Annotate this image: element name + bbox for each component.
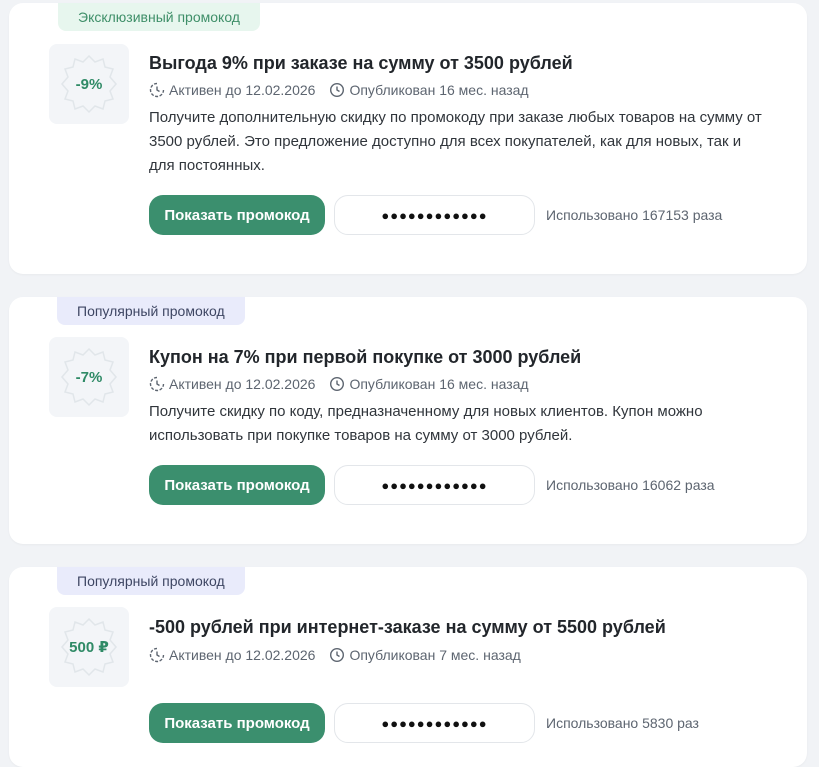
promo-title: -500 рублей при интернет-заказе на сумму… bbox=[149, 617, 666, 637]
discount-value: -9% bbox=[75, 75, 103, 93]
usage-count: Использовано 16062 раза bbox=[546, 477, 715, 493]
promo-card: Популярный промокод 500 ₽ -500 рублей пр… bbox=[9, 567, 807, 767]
promocode-field[interactable]: ●●●●●●●●●●●● bbox=[334, 195, 535, 235]
discount-badge: -7% bbox=[49, 337, 129, 417]
show-promocode-button[interactable]: Показать промокод bbox=[149, 465, 325, 505]
promo-title: Выгода 9% при заказе на сумму от 3500 ру… bbox=[149, 53, 573, 73]
promo-card: Эксклюзивный промокод -9% Выгода 9% при … bbox=[9, 3, 807, 274]
clock-icon bbox=[329, 376, 345, 392]
hourglass-clock-icon bbox=[149, 647, 165, 663]
show-promocode-button[interactable]: Показать промокод bbox=[149, 195, 325, 235]
promo-card: Популярный промокод -7% Купон на 7% при … bbox=[9, 297, 807, 544]
usage-count: Использовано 5830 раз bbox=[546, 715, 699, 731]
published-ago: Опубликован 16 мес. назад bbox=[349, 376, 529, 392]
hourglass-clock-icon bbox=[149, 376, 165, 392]
promo-meta: Активен до 12.02.2026 Опубликован 16 мес… bbox=[149, 376, 529, 392]
promo-meta: Активен до 12.02.2026 Опубликован 16 мес… bbox=[149, 82, 529, 98]
published-ago: Опубликован 16 мес. назад bbox=[349, 82, 529, 98]
popular-badge: Популярный промокод bbox=[57, 297, 245, 325]
popular-badge: Популярный промокод bbox=[57, 567, 245, 595]
promocode-field[interactable]: ●●●●●●●●●●●● bbox=[334, 465, 535, 505]
discount-value: -7% bbox=[75, 368, 103, 386]
discount-badge: 500 ₽ bbox=[49, 607, 129, 687]
clock-icon bbox=[329, 82, 345, 98]
show-promocode-button[interactable]: Показать промокод bbox=[149, 703, 325, 743]
active-until: Активен до 12.02.2026 bbox=[169, 376, 316, 392]
promocode-field[interactable]: ●●●●●●●●●●●● bbox=[334, 703, 535, 743]
active-until: Активен до 12.02.2026 bbox=[169, 82, 316, 98]
promo-description: Получите скидку по коду, предназначенном… bbox=[149, 403, 703, 444]
clock-icon bbox=[329, 647, 345, 663]
discount-value: 500 ₽ bbox=[69, 639, 109, 656]
exclusive-badge: Эксклюзивный промокод bbox=[58, 3, 260, 31]
hourglass-clock-icon bbox=[149, 82, 165, 98]
published-ago: Опубликован 7 мес. назад bbox=[349, 647, 521, 663]
promo-description: Получите дополнительную скидку по промок… bbox=[149, 109, 762, 174]
promo-meta: Активен до 12.02.2026 Опубликован 7 мес.… bbox=[149, 647, 521, 663]
usage-count: Использовано 167153 раза bbox=[546, 207, 723, 223]
promo-title: Купон на 7% при первой покупке от 3000 р… bbox=[149, 347, 582, 367]
discount-badge: -9% bbox=[49, 44, 129, 124]
active-until: Активен до 12.02.2026 bbox=[169, 647, 316, 663]
